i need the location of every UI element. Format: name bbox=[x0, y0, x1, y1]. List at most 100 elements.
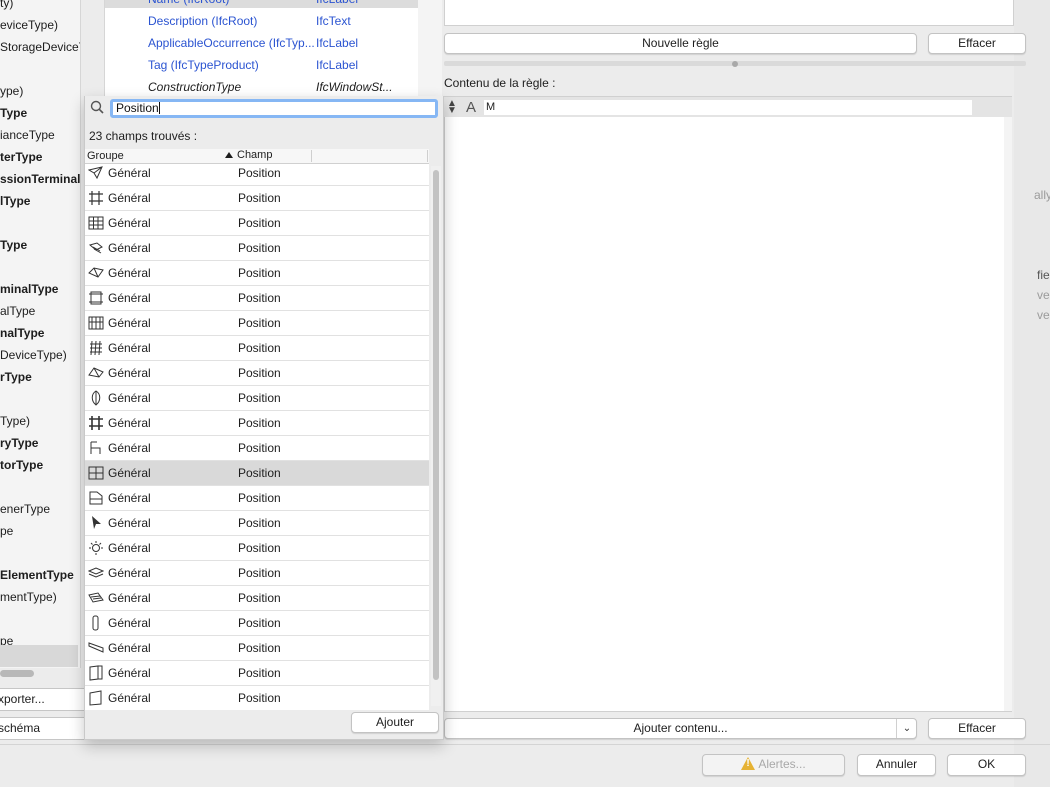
lamp-icon bbox=[89, 541, 103, 555]
property-name[interactable]: Description (IfcRoot) bbox=[148, 14, 257, 28]
result-group: Général bbox=[108, 491, 151, 505]
add-content-button[interactable]: Ajouter contenu... bbox=[444, 718, 917, 739]
schema-tree-item[interactable]: Type bbox=[0, 238, 27, 252]
add-field-button[interactable]: Ajouter bbox=[351, 712, 439, 733]
result-row[interactable]: Général Position bbox=[85, 211, 429, 236]
schema-tree-item[interactable]: Type bbox=[0, 106, 27, 120]
clear-content-button[interactable]: Effacer bbox=[928, 718, 1026, 739]
result-row[interactable]: Général Position bbox=[85, 536, 429, 561]
schema-tree-item[interactable]: Type) bbox=[0, 414, 30, 428]
property-type: IfcText bbox=[316, 14, 351, 28]
column-header-group[interactable]: Groupe bbox=[87, 150, 124, 162]
result-group: Général bbox=[108, 516, 151, 530]
warning-icon bbox=[741, 757, 756, 770]
schema-tree-panel[interactable]: ty) eviceType) StorageDeviceT ype) Type iance… bbox=[0, 0, 81, 668]
font-icon[interactable]: A bbox=[466, 99, 476, 116]
curtain-wall-icon bbox=[88, 216, 104, 230]
schema-tree-item[interactable]: pe bbox=[0, 524, 13, 538]
result-row[interactable]: Général Position bbox=[85, 661, 429, 686]
column-grid-icon bbox=[89, 416, 103, 430]
result-row[interactable]: Général Position bbox=[85, 311, 429, 336]
schema-tree-item[interactable]: enerType bbox=[0, 502, 50, 516]
result-row[interactable]: Général Position bbox=[85, 561, 429, 586]
roof-icon bbox=[88, 267, 104, 278]
schema-tree-item[interactable]: DeviceType) bbox=[0, 348, 67, 362]
chevron-down-icon[interactable]: ⌄ bbox=[896, 719, 917, 738]
schema-tree-item[interactable]: alType bbox=[0, 304, 35, 318]
result-row[interactable]: Général Position bbox=[85, 386, 429, 411]
rules-list[interactable] bbox=[444, 0, 1014, 26]
result-row[interactable]: Général Position bbox=[85, 411, 429, 436]
result-row[interactable]: Général Position bbox=[85, 586, 429, 611]
schema-tree-item[interactable]: ElementType bbox=[0, 568, 74, 582]
properties-scrollbar[interactable] bbox=[418, 0, 442, 96]
schema-tree-item[interactable]: ssionTerminalT bbox=[0, 172, 80, 186]
result-row[interactable]: Général Position bbox=[85, 686, 429, 710]
result-group: Général bbox=[108, 641, 151, 655]
result-row[interactable]: Général Position bbox=[85, 461, 429, 486]
rule-content-field[interactable]: M bbox=[484, 100, 972, 115]
schema-tree-item[interactable]: rType bbox=[0, 370, 32, 384]
result-group: Général bbox=[108, 366, 151, 380]
results-list: Général Position Général Position Général Pos… bbox=[85, 164, 429, 710]
schema-tree-item[interactable]: nalType bbox=[0, 326, 44, 340]
result-row[interactable]: Général Position bbox=[85, 611, 429, 636]
result-row[interactable]: Général Position bbox=[85, 261, 429, 286]
result-row[interactable]: Général Position bbox=[85, 286, 429, 311]
door-icon bbox=[89, 665, 103, 681]
schema-tree-item[interactable]: terType bbox=[0, 150, 42, 164]
ok-button[interactable]: OK bbox=[947, 754, 1026, 776]
property-name[interactable]: ApplicableOccurrence (IfcTyp... bbox=[148, 36, 315, 50]
schema-tree-selection bbox=[0, 645, 78, 667]
background-text: ve bbox=[1037, 308, 1050, 322]
schema-tree-item[interactable]: eviceType) bbox=[0, 18, 58, 32]
property-type: IfcLabel bbox=[316, 0, 408, 6]
result-row[interactable]: Général Position bbox=[85, 164, 429, 186]
result-row[interactable]: Général Position bbox=[85, 361, 429, 386]
schema-tree-item[interactable]: ty) bbox=[0, 0, 13, 10]
result-row[interactable]: Général Position bbox=[85, 336, 429, 361]
result-group: Général bbox=[108, 266, 151, 280]
stepper-icon[interactable]: ▲ ▼ bbox=[447, 99, 457, 116]
result-group: Général bbox=[108, 541, 151, 555]
schema-tree-item[interactable]: ianceType bbox=[0, 128, 55, 142]
search-input[interactable]: Position bbox=[110, 99, 438, 118]
schema-tree-item[interactable]: torType bbox=[0, 458, 43, 472]
schema-button[interactable]: schéma bbox=[0, 717, 85, 740]
result-row[interactable]: Général Position bbox=[85, 511, 429, 536]
cancel-button[interactable]: Annuler bbox=[857, 754, 936, 776]
result-row[interactable]: Général Position bbox=[85, 186, 429, 211]
result-row[interactable]: Général Position bbox=[85, 486, 429, 511]
clear-rule-button[interactable]: Effacer bbox=[928, 33, 1026, 54]
schema-tree-item[interactable]: mentType) bbox=[0, 590, 57, 604]
result-row[interactable]: Général Position bbox=[85, 236, 429, 261]
schema-tree-item[interactable]: StorageDeviceT bbox=[0, 40, 80, 54]
furniture-icon bbox=[90, 441, 101, 454]
rule-content-area[interactable] bbox=[444, 96, 1012, 712]
result-group: Général bbox=[108, 466, 151, 480]
result-row[interactable]: Général Position bbox=[85, 436, 429, 461]
layer-icon bbox=[88, 567, 104, 578]
property-name[interactable]: Name (IfcRoot) bbox=[148, 0, 229, 6]
splitter-handle[interactable] bbox=[732, 61, 738, 67]
export-button[interactable]: xporter... bbox=[0, 688, 85, 711]
new-rule-button[interactable]: Nouvelle règle bbox=[444, 33, 917, 54]
schema-tree-item[interactable]: minalType bbox=[0, 282, 58, 296]
schema-tree-item[interactable]: lType bbox=[0, 194, 30, 208]
properties-list: Name (IfcRoot) IfcLabel Description (IfcRo… bbox=[104, 0, 420, 96]
alerts-button[interactable]: Alertes... bbox=[702, 754, 845, 776]
schema-tree-scrollbar[interactable] bbox=[0, 670, 34, 677]
column-header-field[interactable]: Champ bbox=[237, 149, 272, 161]
result-group: Général bbox=[108, 391, 151, 405]
property-name[interactable]: Tag (IfcTypeProduct) bbox=[148, 58, 259, 72]
result-field: Position bbox=[238, 416, 281, 430]
schema-tree-item[interactable]: ype) bbox=[0, 84, 23, 98]
result-group: Général bbox=[108, 691, 151, 705]
result-row[interactable]: Général Position bbox=[85, 636, 429, 661]
results-scrollbar-thumb[interactable] bbox=[433, 170, 439, 680]
result-field: Position bbox=[238, 166, 281, 180]
property-name[interactable]: ConstructionType bbox=[148, 80, 241, 94]
rule-content-scrollbar[interactable] bbox=[1004, 117, 1012, 711]
result-group: Général bbox=[108, 666, 151, 680]
schema-tree-item[interactable]: ryType bbox=[0, 436, 38, 450]
